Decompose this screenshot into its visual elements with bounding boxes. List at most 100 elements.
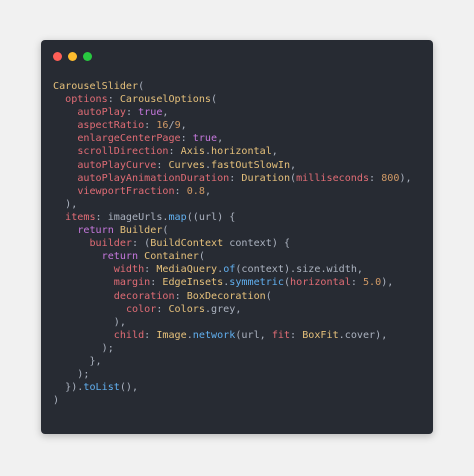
code-token: grey bbox=[211, 303, 236, 315]
code-token: : bbox=[350, 277, 363, 289]
code-token: }). bbox=[53, 382, 84, 394]
code-token: viewportFraction bbox=[77, 185, 175, 197]
code-token: horizontal bbox=[290, 277, 351, 289]
code-token: size bbox=[296, 264, 321, 276]
code-token: ), bbox=[375, 329, 388, 341]
code-token: true bbox=[192, 133, 218, 145]
code-token: ( bbox=[198, 251, 205, 263]
code-line: ); bbox=[53, 342, 412, 355]
code-line: ), bbox=[53, 198, 412, 211]
code-line: return Container( bbox=[53, 250, 412, 263]
code-line: decoration: BoxDecoration( bbox=[53, 290, 412, 303]
code-token: : bbox=[144, 264, 157, 276]
code-token: ). bbox=[283, 264, 297, 276]
code-token: Curves bbox=[168, 159, 205, 171]
code-token: : bbox=[180, 133, 193, 145]
code-token: }, bbox=[53, 355, 102, 367]
code-token: ), bbox=[399, 172, 412, 184]
code-line: ), bbox=[53, 316, 412, 329]
window-controls bbox=[53, 52, 92, 61]
code-line: viewportFraction: 0.8, bbox=[53, 185, 412, 198]
code-token: EdgeInsets bbox=[162, 277, 224, 289]
code-token: aspectRatio bbox=[77, 120, 145, 132]
code-token: : bbox=[107, 94, 120, 106]
code-token: CarouselOptions bbox=[119, 94, 212, 106]
code-token: (), bbox=[119, 382, 139, 394]
code-line: autoPlayAnimationDuration: Duration(mill… bbox=[53, 172, 412, 185]
code-token: MediaQuery bbox=[156, 264, 218, 276]
code-token: (( bbox=[186, 211, 199, 223]
code-token: , bbox=[259, 329, 272, 341]
code-token: : bbox=[144, 329, 157, 341]
code-token: ) { bbox=[271, 238, 291, 250]
code-window: CarouselSlider( options: CarouselOptions… bbox=[41, 40, 433, 434]
code-token: milliseconds bbox=[296, 172, 370, 184]
code-token: , bbox=[180, 120, 187, 132]
minimize-dot-icon[interactable] bbox=[68, 52, 77, 61]
code-token: : bbox=[156, 159, 169, 171]
code-line: ) bbox=[53, 394, 412, 407]
code-line: builder: (BuildContext context) { bbox=[53, 237, 412, 250]
code-token: scrollDirection bbox=[77, 146, 169, 158]
code-token: Image bbox=[156, 329, 187, 341]
code-token: options bbox=[65, 94, 108, 106]
code-token: : bbox=[156, 303, 169, 315]
code-token: : ( bbox=[132, 238, 151, 250]
code-token: CarouselSlider bbox=[53, 81, 139, 92]
code-token: BoxDecoration bbox=[186, 290, 266, 302]
code-token: autoPlayCurve bbox=[77, 159, 157, 171]
code-line: items: imageUrls.map((url) { bbox=[53, 211, 412, 224]
code-line: return Builder( bbox=[53, 224, 412, 237]
code-token: return bbox=[101, 251, 139, 263]
code-line: aspectRatio: 16/9, bbox=[53, 119, 412, 132]
code-token: Container bbox=[144, 251, 199, 263]
code-token: , bbox=[162, 107, 169, 119]
code-token: map bbox=[168, 211, 187, 223]
code-line: color: Colors.grey, bbox=[53, 303, 412, 316]
code-token: ) bbox=[53, 395, 60, 407]
code-token: Colors bbox=[168, 303, 205, 315]
code-token: symmetric bbox=[229, 277, 284, 289]
code-line: CarouselSlider( bbox=[53, 80, 412, 93]
code-token: : bbox=[150, 277, 163, 289]
code-token: cover bbox=[344, 329, 376, 341]
code-token: toList bbox=[83, 382, 120, 394]
code-token: : bbox=[369, 172, 382, 184]
code-token: ) { bbox=[217, 211, 236, 223]
close-dot-icon[interactable] bbox=[53, 52, 62, 61]
code-line: }, bbox=[53, 355, 412, 368]
code-token: 5.0 bbox=[362, 277, 382, 289]
code-token: : bbox=[95, 211, 108, 223]
code-line: autoPlay: true, bbox=[53, 106, 412, 119]
code-token: , bbox=[356, 264, 363, 276]
code-token: ); bbox=[53, 342, 114, 354]
code-token: width bbox=[326, 264, 357, 276]
code-token: ( bbox=[211, 94, 218, 106]
code-line: }).toList(), bbox=[53, 381, 412, 394]
code-token: 16 bbox=[156, 120, 169, 132]
code-token: Axis bbox=[180, 146, 205, 158]
code-token: width bbox=[113, 264, 145, 276]
code-token: : bbox=[168, 146, 181, 158]
code-token: : bbox=[174, 185, 187, 197]
maximize-dot-icon[interactable] bbox=[83, 52, 92, 61]
code-token: context bbox=[229, 238, 272, 250]
code-token: fastOutSlowIn bbox=[211, 159, 291, 171]
code-token: ( bbox=[138, 81, 145, 92]
code-token: BoxFit bbox=[302, 329, 339, 341]
code-token: autoPlayAnimationDuration bbox=[77, 172, 230, 184]
code-token: margin bbox=[113, 277, 151, 289]
code-token: : bbox=[174, 290, 187, 302]
code-token: : bbox=[229, 172, 242, 184]
code-token: Builder bbox=[119, 225, 163, 237]
code-token: color bbox=[125, 303, 157, 315]
code-token: : bbox=[144, 120, 157, 132]
